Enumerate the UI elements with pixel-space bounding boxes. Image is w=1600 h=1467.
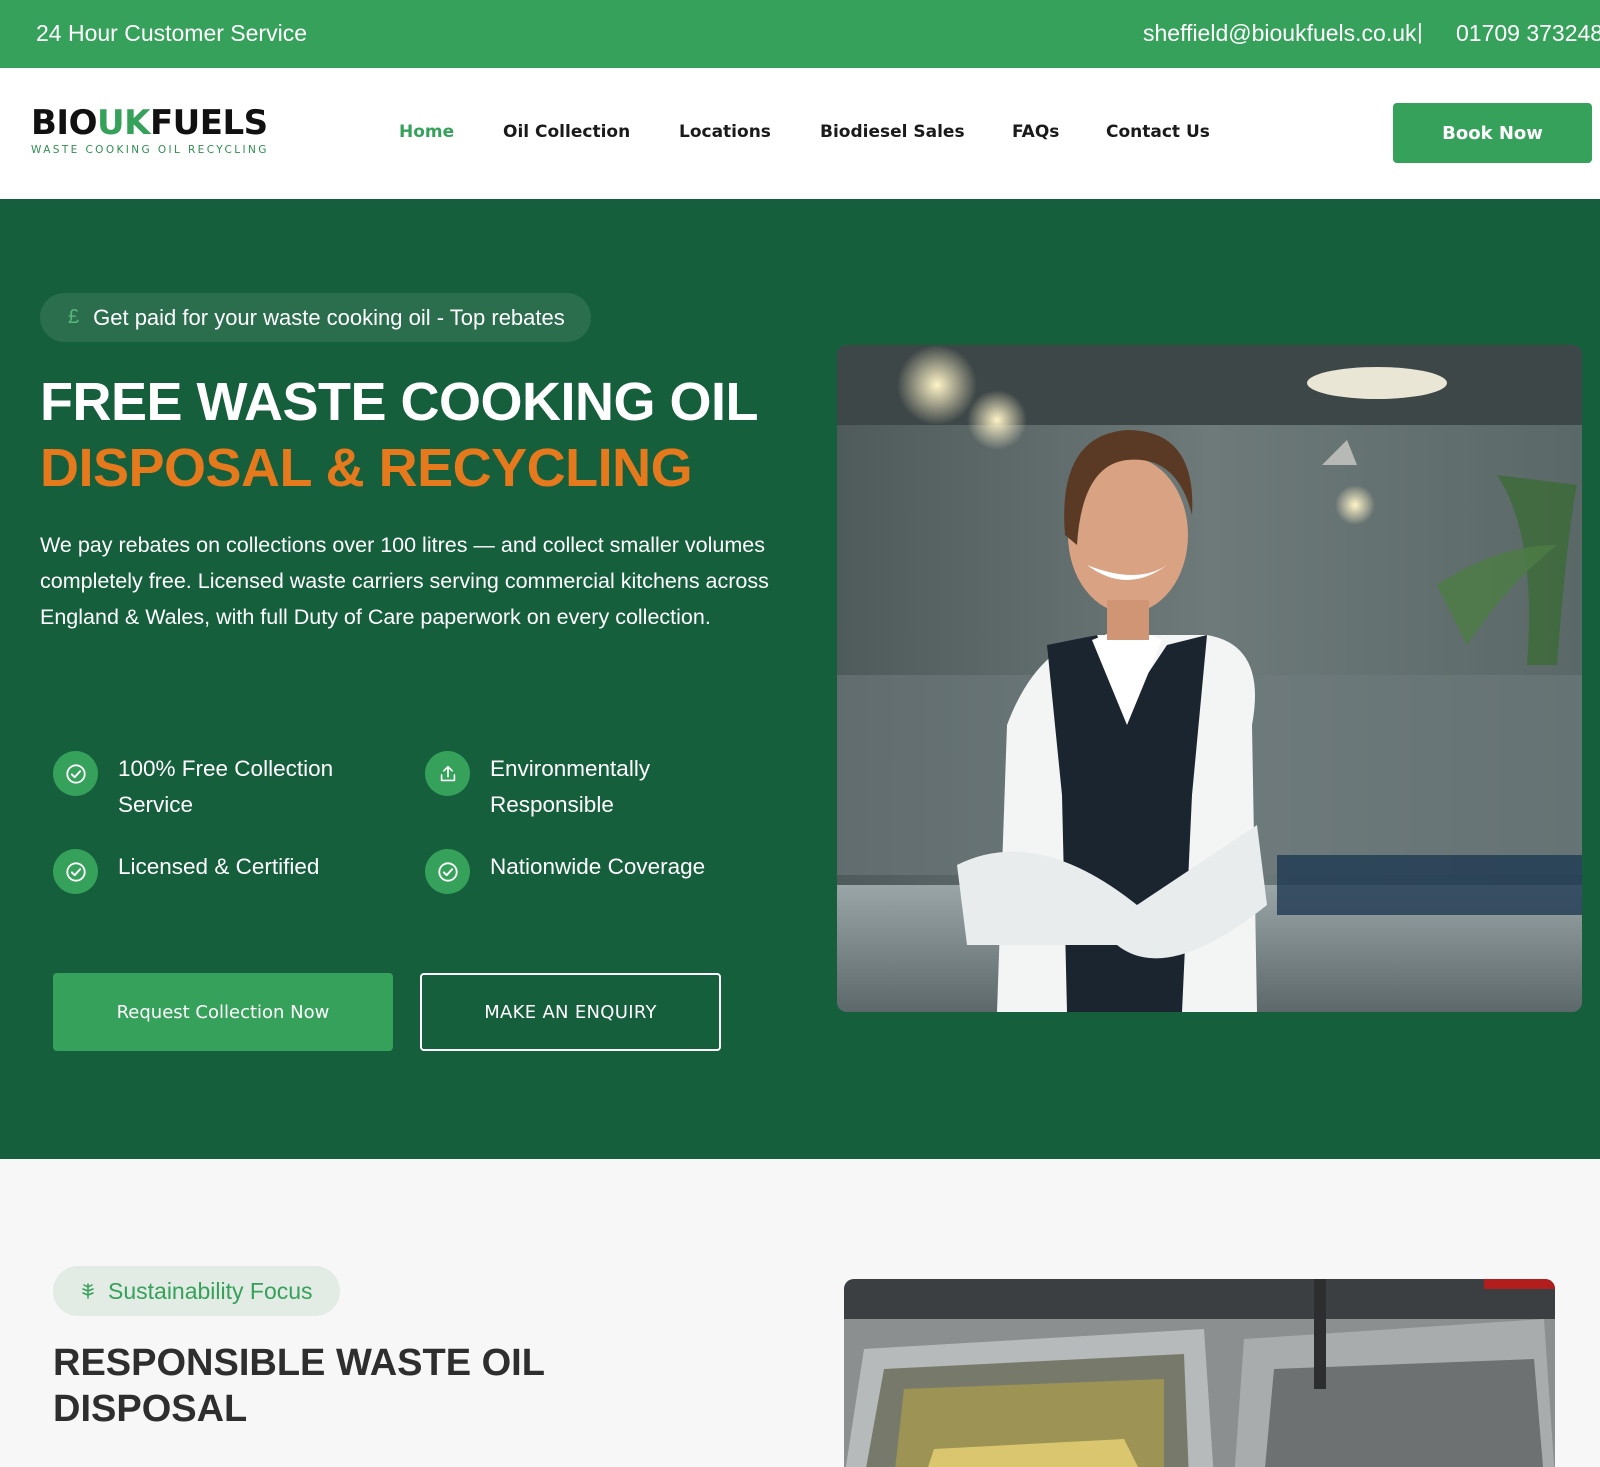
hero-title: FREE WASTE COOKING OIL DISPOSAL & RECYCL… xyxy=(40,369,759,501)
nav-locations[interactable]: Locations xyxy=(679,122,771,142)
check-circle-icon xyxy=(425,849,470,894)
check-circle-icon xyxy=(53,751,98,796)
nav-home[interactable]: Home xyxy=(399,122,454,142)
section-title-line2: DISPOSAL xyxy=(53,1388,248,1430)
section-title-line1: RESPONSIBLE WASTE OIL xyxy=(53,1342,545,1384)
feature-free-collection: 100% Free Collection Service xyxy=(53,751,373,823)
hero-title-line1: FREE WASTE COOKING OIL xyxy=(40,372,759,432)
nav-oil-collection[interactable]: Oil Collection xyxy=(503,122,630,142)
feature-label: 100% Free Collection Service xyxy=(118,756,334,817)
hero-description: We pay rebates on collections over 100 l… xyxy=(40,527,800,635)
divider: | xyxy=(1417,19,1423,44)
feature-label: Nationwide Coverage xyxy=(490,854,706,879)
logo[interactable]: BIOUKFUELS WASTE COOKING OIL RECYCLING xyxy=(31,106,269,156)
sustainability-badge-text: Sustainability Focus xyxy=(108,1277,313,1304)
check-circle-icon xyxy=(53,849,98,894)
phone-link[interactable]: 01709 373248 xyxy=(1456,20,1600,47)
pound-icon: £ xyxy=(68,306,80,328)
nav-contact-us[interactable]: Contact Us xyxy=(1106,122,1210,142)
feature-label: Licensed & Certified xyxy=(118,854,320,879)
section-title: RESPONSIBLE WASTE OIL DISPOSAL xyxy=(53,1340,545,1432)
book-now-button[interactable]: Book Now xyxy=(1393,103,1592,163)
fryer-photo xyxy=(844,1279,1555,1467)
request-collection-button[interactable]: Request Collection Now xyxy=(53,973,393,1051)
feature-licensed: Licensed & Certified xyxy=(53,849,373,894)
nav-biodiesel-sales[interactable]: Biodiesel Sales xyxy=(820,122,965,142)
chef-photo xyxy=(837,345,1582,1012)
site-header: BIOUKFUELS WASTE COOKING OIL RECYCLING H… xyxy=(0,68,1600,199)
hero-section: £ Get paid for your waste cooking oil - … xyxy=(0,199,1600,1159)
feature-environmental: Environmentally Responsible xyxy=(425,751,705,823)
feature-nationwide: Nationwide Coverage xyxy=(425,849,745,894)
customer-service-text: 24 Hour Customer Service xyxy=(36,20,307,46)
upload-icon xyxy=(425,751,470,796)
make-enquiry-button[interactable]: MAKE AN ENQUIRY xyxy=(420,973,721,1051)
email-link[interactable]: sheffield@bioukfuels.co.uk xyxy=(1143,20,1417,47)
hero-description-line1: We pay rebates on collections over 100 l… xyxy=(40,533,769,593)
sustainability-badge: Sustainability Focus xyxy=(53,1266,340,1316)
logo-tagline: WASTE COOKING OIL RECYCLING xyxy=(31,144,269,156)
top-contact-bar: 24 Hour Customer Service sheffield@biouk… xyxy=(0,0,1600,68)
rebate-badge: £ Get paid for your waste cooking oil - … xyxy=(40,293,591,342)
rebate-badge-text: Get paid for your waste cooking oil - To… xyxy=(93,304,565,330)
nav-faqs[interactable]: FAQs xyxy=(1012,122,1059,142)
hero-title-line2: DISPOSAL & RECYCLING xyxy=(40,438,693,498)
leaf-icon xyxy=(80,1278,96,1305)
feature-label: Environmentally Responsible xyxy=(490,756,651,817)
logo-wordmark: BIOUKFUELS xyxy=(31,103,268,143)
hero-description-line2: England & Wales, with full Duty of Care … xyxy=(40,605,711,629)
